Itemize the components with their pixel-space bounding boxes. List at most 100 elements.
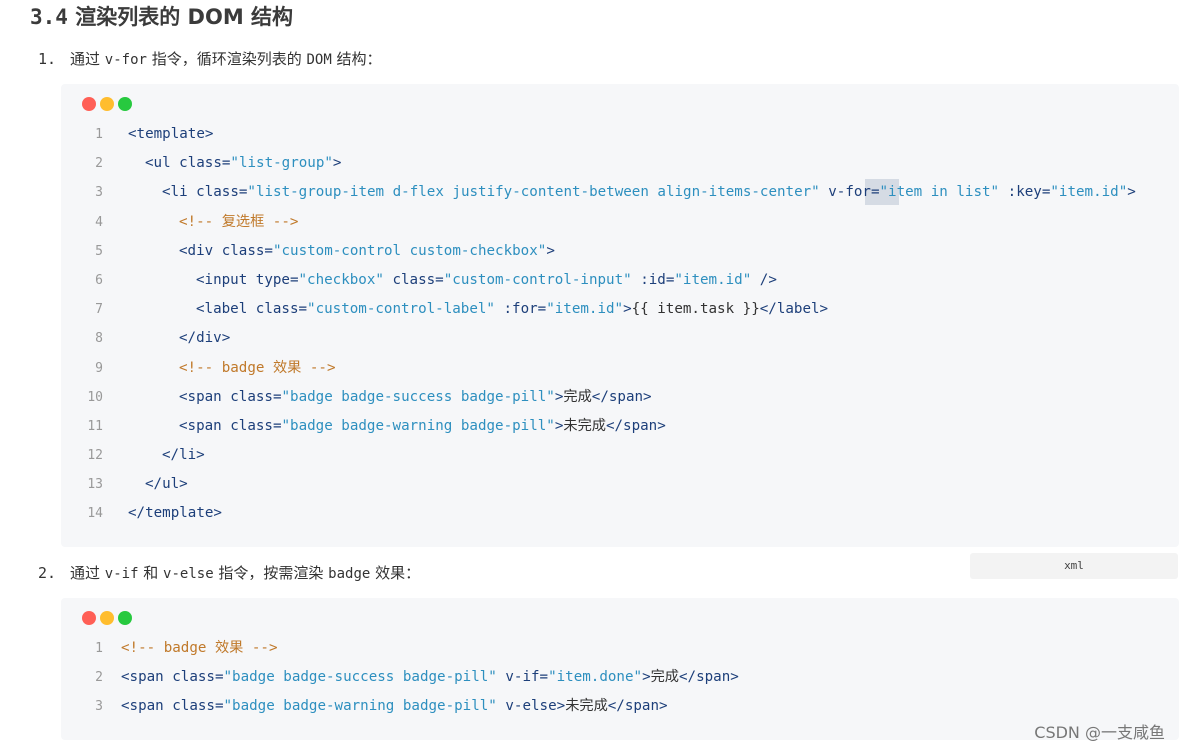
- code-token-attr: v-else: [496, 698, 557, 715]
- code-line: 4 <!-- 复选框 -->: [61, 208, 1179, 237]
- step-1-code-dom: DOM: [306, 52, 332, 68]
- code-line: 3 <li class="list-group-item d-flex justi…: [61, 178, 1179, 207]
- code-text: <ul class="list-group">: [145, 149, 341, 178]
- code-block-2: 1 <!-- badge 效果 --> 2 <span class="badge ba…: [61, 598, 1179, 740]
- language-badge[interactable]: xml: [970, 553, 1178, 579]
- line-number: 1: [95, 127, 103, 142]
- maximize-dot-icon: [118, 97, 132, 111]
- code-line: 14 </template>: [61, 499, 1179, 528]
- code-token-str: "badge badge-success badge-pill": [281, 388, 555, 405]
- code-line: 13 </ul>: [61, 470, 1179, 499]
- code-token-tag: <input: [196, 271, 256, 288]
- step-1-text-b: 指令，循环渲染列表的: [146, 50, 307, 68]
- code-token-tag: >: [546, 242, 555, 259]
- code-token-plain: 未完成: [565, 698, 608, 715]
- code-token-str: "custom-control-label": [307, 301, 495, 318]
- code-token-tag: </span>: [591, 388, 652, 405]
- code-token-attr: class=: [230, 417, 282, 434]
- code-token-attr: class=: [172, 669, 224, 686]
- code-token-attr: class=: [255, 301, 308, 318]
- line-number: 13: [87, 477, 103, 493]
- line-number: 8: [95, 331, 103, 347]
- code-text: </div>: [179, 324, 230, 353]
- line-number: 2: [95, 670, 103, 686]
- code-token-str: "item.id": [674, 271, 752, 288]
- code-token-str: "item.id": [1050, 184, 1128, 201]
- code-token-str: "item.id": [546, 301, 624, 318]
- code-token-str: "item in list": [879, 184, 1000, 201]
- line-number: 12: [87, 448, 103, 464]
- code-text: <template>: [128, 120, 213, 149]
- code-token-tag: <ul: [145, 155, 180, 172]
- line-number: 10: [87, 389, 103, 405]
- code-text: <label class="custom-control-label" :for…: [196, 295, 828, 324]
- code-token-tag: </span>: [605, 417, 666, 434]
- code-block-1: 1 <template> 2 <ul class="list-group"> 3 <li …: [61, 84, 1179, 547]
- code-token-plain: {{ item.task }}: [631, 301, 760, 318]
- line-number: 11: [87, 418, 103, 434]
- code-token-tag: >: [1127, 184, 1136, 201]
- code-text: <span class="badge badge-warning badge-p…: [121, 692, 668, 721]
- step-2-code-velse: v-else: [163, 566, 214, 582]
- code-line: 1 <!-- badge 效果 -->: [61, 634, 1179, 663]
- window-controls: [82, 96, 136, 115]
- code-text: <span class="badge badge-success badge-p…: [179, 383, 652, 412]
- code-token-tag: <div: [179, 242, 222, 259]
- code-token-tag: </span>: [607, 698, 668, 715]
- code-token-attr: type=: [255, 271, 299, 288]
- code-token-tag: </label>: [759, 301, 829, 318]
- line-number: 5: [95, 243, 103, 259]
- code-line: 11 <span class="badge badge-warning badge…: [61, 412, 1179, 441]
- code-line: 7 <label class="custom-control-label" :fo…: [61, 295, 1179, 324]
- code-token-tag: </ul>: [145, 476, 188, 493]
- code-token-plain: 完成: [650, 669, 679, 686]
- step-2-text-d: 效果：: [370, 564, 421, 582]
- code-text: </ul>: [145, 470, 188, 499]
- close-dot-icon: [82, 611, 96, 625]
- code-token-plain: 完成: [563, 388, 592, 405]
- code-token-tag: >: [623, 301, 632, 318]
- code-token-cmt: <!-- 复选框 -->: [179, 213, 299, 230]
- maximize-dot-icon: [118, 611, 132, 625]
- step-2-text-b: 和: [138, 564, 164, 582]
- code-text: <li class="list-group-item d-flex justif…: [162, 178, 1136, 207]
- code-token-tag: <span: [179, 388, 231, 405]
- step-1-text-a: 通过: [70, 50, 105, 68]
- code-text: <!-- badge 效果 -->: [121, 634, 278, 663]
- section-title: 渲染列表的 DOM 结构: [75, 5, 294, 29]
- code-text: <!-- badge 效果 -->: [179, 354, 336, 383]
- code-text: <span class="badge badge-warning badge-p…: [179, 412, 666, 441]
- code-line: 2 <ul class="list-group">: [61, 149, 1179, 178]
- code-token-tag: <span: [121, 669, 173, 686]
- code-text: <span class="badge badge-success badge-p…: [121, 663, 739, 692]
- minimize-dot-icon: [100, 611, 114, 625]
- line-number: 1: [95, 641, 103, 656]
- code-token-str: "list-group": [230, 155, 333, 172]
- code-token-str: "checkbox": [298, 271, 384, 288]
- code-lines: 1 <template> 2 <ul class="list-group"> 3 <li …: [61, 120, 1179, 529]
- code-token-attr: class=: [179, 155, 231, 172]
- code-line: 12 </li>: [61, 441, 1179, 470]
- code-text: <!-- 复选框 -->: [179, 208, 298, 237]
- code-token-cmt: <!-- badge 效果 -->: [179, 359, 336, 376]
- code-line: 3 <span class="badge badge-warning badge-…: [61, 692, 1179, 721]
- line-number: 3: [95, 699, 103, 715]
- line-number: 14: [87, 506, 103, 522]
- code-line: 5 <div class="custom-control custom-check…: [61, 237, 1179, 266]
- code-token-attr: v-if=: [496, 669, 549, 686]
- code-token-plain: 未完成: [563, 417, 606, 434]
- code-token-tag: </li>: [162, 447, 205, 464]
- line-number: 3: [95, 185, 103, 201]
- code-token-str: "list-group-item d-flex justify-content-…: [247, 184, 820, 201]
- code-token-cmt: <!-- badge 效果 -->: [121, 640, 278, 656]
- step-1-number: 1.: [38, 50, 57, 68]
- step-2-text-c: 指令，按需渲染: [213, 564, 329, 582]
- code-token-attr: v-for=: [819, 184, 880, 201]
- code-lines: 1 <!-- badge 效果 --> 2 <span class="badge ba…: [61, 634, 1179, 722]
- step-2: 2. 通过 v-if 和 v-else 指令，按需渲染 badge 效果：: [38, 562, 420, 585]
- code-line: 10 <span class="badge badge-success badge…: [61, 383, 1179, 412]
- code-token-attr: :for=: [494, 301, 547, 318]
- line-number: 7: [95, 302, 103, 318]
- section-heading: 3.4 渲染列表的 DOM 结构: [30, 3, 293, 31]
- code-token-str: "custom-control-input": [443, 271, 632, 288]
